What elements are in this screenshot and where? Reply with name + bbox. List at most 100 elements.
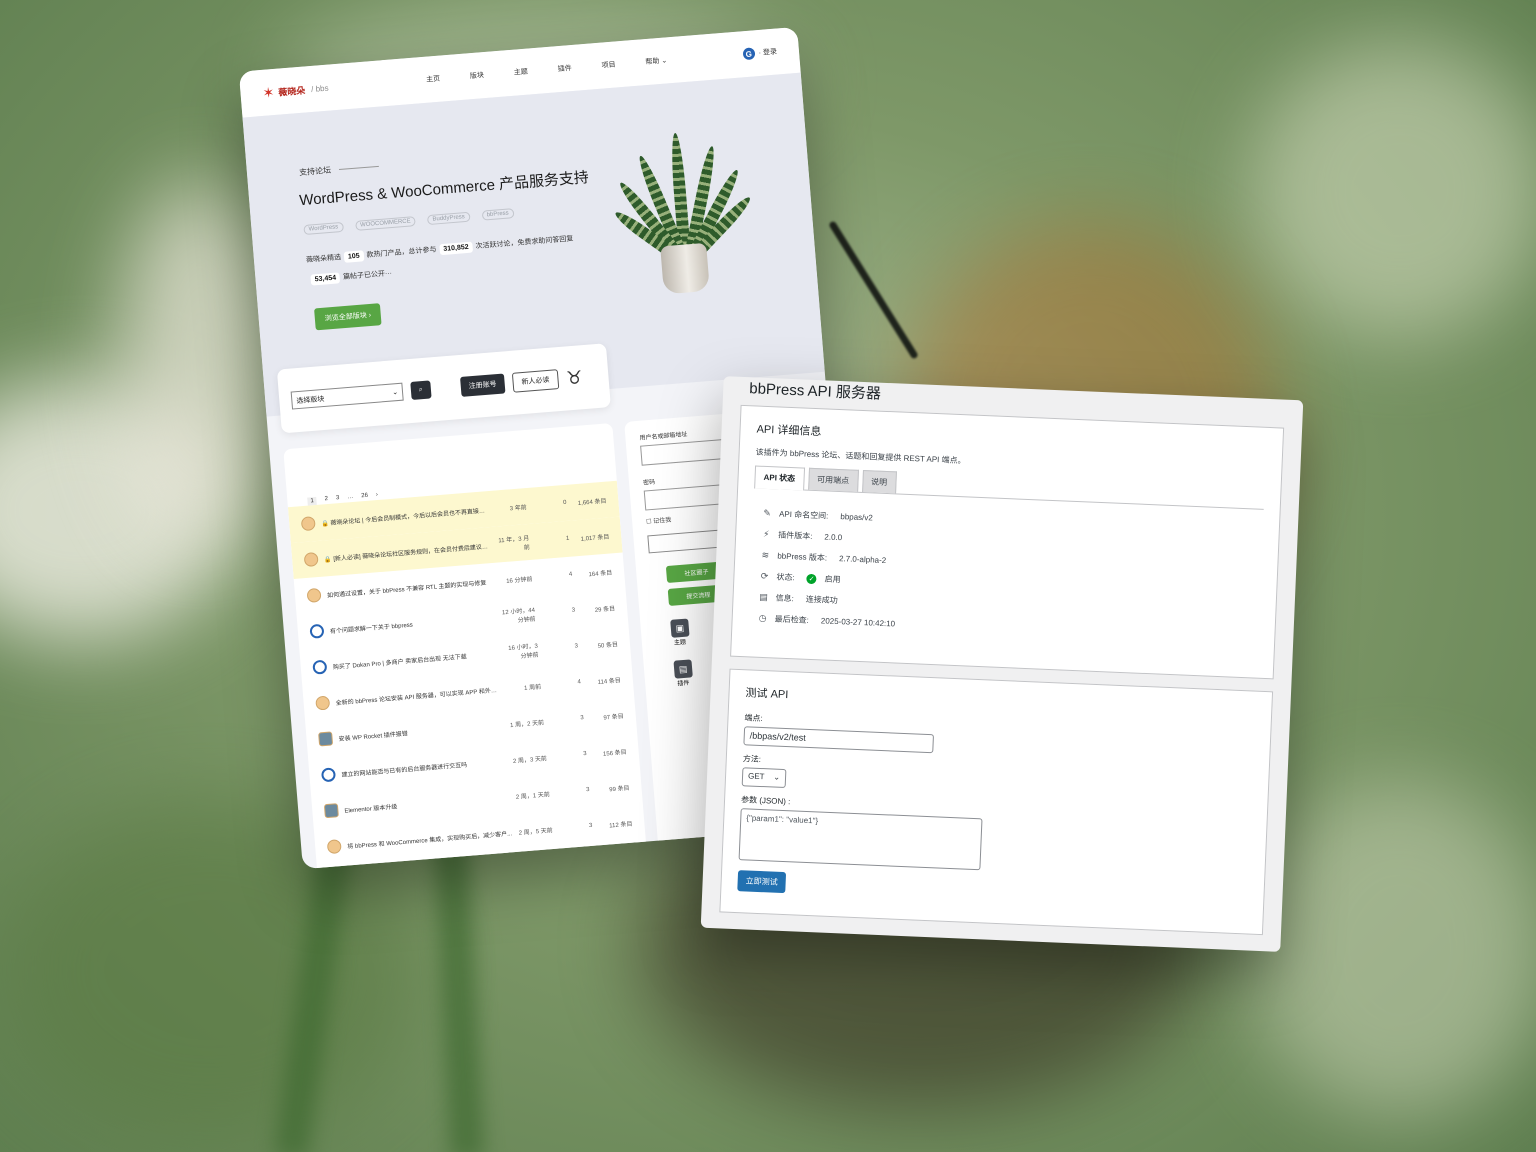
- topic-posts: 112 条目: [609, 821, 633, 829]
- topic-posts: 156 条目: [602, 749, 627, 758]
- topic-voices: 3: [580, 715, 585, 722]
- clock-icon: ◷: [758, 612, 767, 624]
- plugin-icon[interactable]: ▤: [673, 659, 693, 679]
- avatar: [318, 731, 334, 747]
- logo-mark-icon: ✶: [261, 83, 275, 101]
- nav-help[interactable]: 帮助 ⌄: [645, 55, 668, 67]
- topic-voices: 3: [574, 643, 579, 650]
- avatar: [306, 587, 322, 603]
- topic-voices: 3: [571, 607, 576, 614]
- topic-title[interactable]: 🔒 薇晓朵论坛 | 今后会员制模式，今后以后会员也不再直接购买: [321, 505, 487, 527]
- topic-title[interactable]: 有个问题求解一下关于 bbpress: [330, 612, 496, 635]
- avatar: [315, 695, 331, 711]
- tab-endpoints[interactable]: 可用端点: [807, 467, 859, 492]
- reply-count: 53,454: [310, 272, 341, 286]
- plant-illustration: [612, 118, 754, 296]
- nav-forums[interactable]: 版块: [470, 70, 485, 81]
- topic-title[interactable]: 全新的 bbPress 论坛安装 API 服务器，可以实现 APP 和外部访问.…: [335, 684, 502, 706]
- page-link[interactable]: 3: [336, 495, 340, 503]
- topic-count: 310,852: [438, 241, 474, 256]
- params-textarea[interactable]: {"param1": "value1"}: [738, 808, 983, 871]
- topic-posts: 114 条目: [597, 677, 622, 686]
- brand-woocommerce: WOOCOMMERCE: [354, 216, 417, 231]
- plugin-icon: ⚡: [762, 528, 770, 540]
- topic-posts: 1,664 条目: [577, 498, 607, 507]
- info-value: 2.0.0: [824, 532, 843, 543]
- gravatar-icon: G: [742, 47, 756, 61]
- topic-voices: 1: [565, 535, 570, 542]
- wrench-icon: ✎: [763, 507, 772, 519]
- endpoint-input[interactable]: /bbpas/v2/test: [743, 726, 935, 754]
- page-link[interactable]: 26: [361, 493, 368, 502]
- avatar: [303, 551, 319, 568]
- new-user-guide-button[interactable]: 新人必读: [511, 369, 560, 393]
- nav-home[interactable]: 主页: [426, 74, 441, 85]
- page-link[interactable]: 2: [324, 496, 328, 504]
- nav-topics[interactable]: 主题: [513, 67, 529, 78]
- info-label: 状态:: [776, 572, 795, 583]
- check-circle-icon: ✓: [806, 573, 817, 584]
- page-link[interactable]: 1: [307, 496, 318, 506]
- api-details-panel: API 详细信息 该插件为 bbPress 论坛、话题和回复提供 REST AP…: [730, 404, 1285, 680]
- topic-title[interactable]: Elementor 版本升级: [344, 792, 510, 814]
- method-label: 方法:: [742, 754, 762, 764]
- info-value: 连接成功: [805, 594, 838, 606]
- forum-select[interactable]: 选择版块 ⌄: [290, 382, 404, 410]
- info-label: API 命名空间:: [778, 509, 829, 521]
- topic-voices: 4: [568, 571, 573, 578]
- main-nav: 主页 版块 主题 插件 项目 帮助 ⌄: [426, 55, 668, 84]
- theme-icon[interactable]: ▣: [670, 618, 690, 638]
- avatar: [312, 659, 328, 675]
- topic-title[interactable]: 购买了 Dokan Pro | 多商户 卖家后台出现 无法下载: [332, 648, 498, 671]
- info-value: 2025-03-27 10:42:10: [820, 616, 896, 629]
- next-page-link[interactable]: ›: [376, 492, 379, 500]
- topic-posts: 1,017 条目: [580, 534, 610, 543]
- avatar: [326, 839, 342, 855]
- run-test-button[interactable]: 立即测试: [737, 870, 787, 894]
- topic-freshness: 12 小时，44 分钟前: [501, 607, 536, 625]
- chevron-down-icon: ⌄: [391, 389, 399, 397]
- hero-description: 薇晓朵精选 105 款热门产品，总计参与 310,852 次活跃讨论，免费求助问答回复 …: [305, 227, 607, 291]
- logo-text: 薇晓朵: [277, 84, 306, 98]
- topic-freshness: 16 分钟前: [505, 576, 533, 585]
- avatar: [320, 767, 337, 783]
- brand-bbpress: bbPress: [481, 208, 515, 221]
- topic-voices: 3: [585, 786, 590, 794]
- info-label: 信息:: [775, 593, 794, 604]
- info-label: 插件版本:: [778, 530, 813, 541]
- avatar: [323, 803, 339, 819]
- info-label: bbPress 版本:: [777, 551, 828, 563]
- topic-title[interactable]: 安装 WP Rocket 插件报错: [338, 720, 504, 743]
- mascot-icon: ♉: [565, 366, 584, 388]
- topic-posts: 29 条目: [594, 605, 616, 614]
- topic-title[interactable]: 建立的网站能否与已有的后台服务器进行交互吗: [341, 756, 507, 778]
- nav-projects[interactable]: 项目: [601, 60, 616, 71]
- browse-forums-button[interactable]: 浏览全部版块 ›: [314, 303, 382, 331]
- avatar: [300, 516, 316, 532]
- search-button[interactable]: ⌕: [410, 380, 432, 400]
- topic-title[interactable]: 将 bbPress 和 WooCommerce 集成，实现购买后，减少客户...: [347, 828, 513, 850]
- brand-wordpress: WordPress: [303, 221, 344, 236]
- tab-api-status[interactable]: API 状态: [754, 465, 805, 491]
- topic-posts: 99 条目: [609, 785, 630, 793]
- brand-buddypress: BuddyPress: [427, 211, 471, 226]
- test-api-panel: 测试 API 端点: /bbpas/v2/test 方法: GET ⌄ 参数 (…: [719, 668, 1274, 936]
- page-title: bbPress API 服务器: [748, 380, 882, 403]
- nav-plugins[interactable]: 插件: [557, 63, 572, 74]
- method-select[interactable]: GET ⌄: [741, 767, 787, 789]
- topic-freshness: 1 周前: [523, 683, 542, 692]
- info-label: 最后检查:: [774, 614, 810, 625]
- site-logo[interactable]: ✶ 薇晓朵 / bbs: [262, 79, 329, 101]
- login-link[interactable]: G · 登录: [742, 46, 777, 61]
- document-icon: ▤: [759, 591, 769, 603]
- database-icon: ≋: [761, 549, 770, 561]
- info-value: 启用: [824, 574, 841, 585]
- info-value: 2.7.0-alpha-2: [838, 554, 887, 566]
- tab-instructions[interactable]: 说明: [861, 469, 897, 494]
- topic-voices: 4: [577, 679, 582, 686]
- register-button[interactable]: 注册账号: [459, 373, 506, 397]
- topic-title[interactable]: 🔒 [新人必读] 薇晓朵论坛社区服务规则，在会员付费后建议入门。: [324, 541, 490, 563]
- topic-title[interactable]: 如何通过设置，关于 bbPress 不兼容 RTL 主题的实现与修复: [327, 577, 493, 599]
- topic-posts: 97 条目: [603, 713, 625, 722]
- topic-freshness: 2 周，3 天前: [512, 755, 548, 765]
